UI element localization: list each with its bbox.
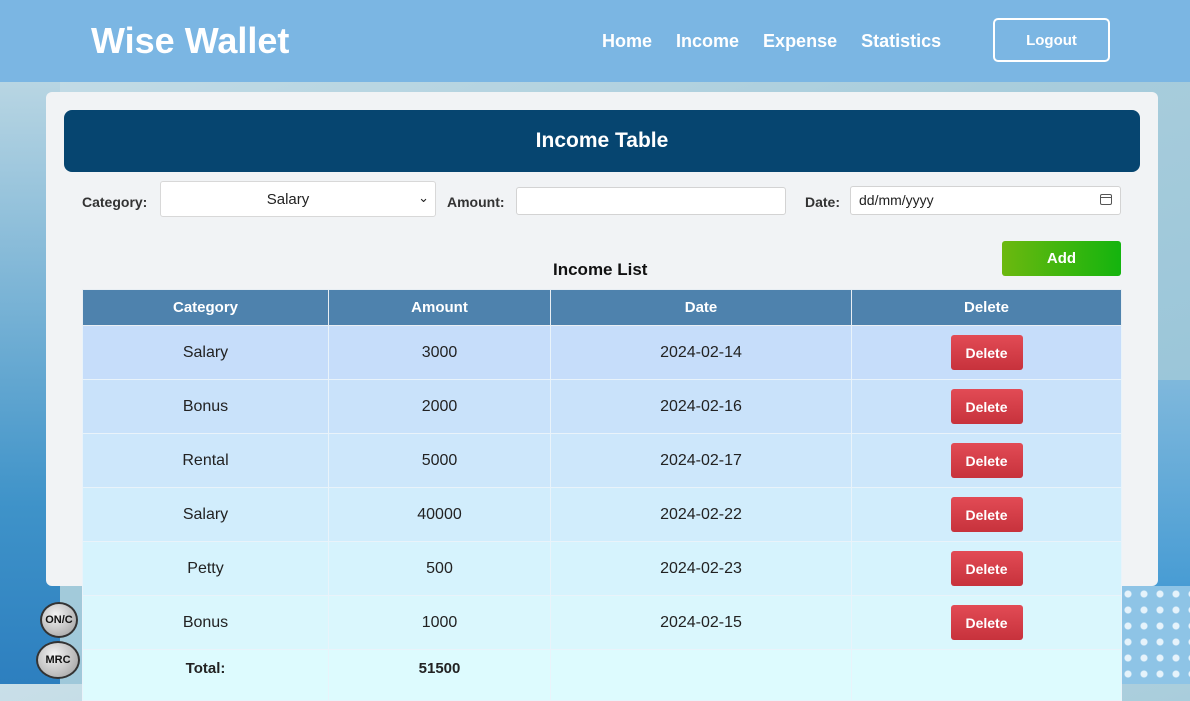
delete-button[interactable]: Delete xyxy=(950,497,1023,532)
column-header-date: Date xyxy=(550,289,852,326)
calc-key-onc: ON/C xyxy=(40,602,78,638)
cell-delete: Delete xyxy=(851,325,1122,380)
total-empty-cell xyxy=(851,649,1122,701)
nav-expense[interactable]: Expense xyxy=(763,31,837,52)
calendar-icon[interactable] xyxy=(1100,194,1112,205)
delete-button[interactable]: Delete xyxy=(950,389,1023,424)
delete-button[interactable]: Delete xyxy=(950,443,1023,478)
cell-amount: 3000 xyxy=(328,325,551,380)
main-nav: Home Income Expense Statistics xyxy=(602,31,941,52)
column-header-amount: Amount xyxy=(328,289,551,326)
cell-date: 2024-02-23 xyxy=(550,541,852,596)
cell-delete: Delete xyxy=(851,487,1122,542)
cell-delete: Delete xyxy=(851,541,1122,596)
category-select-value: Salary xyxy=(266,191,310,208)
total-value: 51500 xyxy=(328,649,551,701)
table-total-row: Total: 51500 xyxy=(82,649,1122,701)
cell-date: 2024-02-17 xyxy=(550,433,852,488)
cell-date: 2024-02-16 xyxy=(550,379,852,434)
calc-key-mrc: MRC xyxy=(36,641,80,679)
cell-amount: 2000 xyxy=(328,379,551,434)
top-navbar: Wise Wallet Home Income Expense Statisti… xyxy=(0,0,1190,82)
date-input-placeholder: dd/mm/yyyy xyxy=(859,192,934,208)
chevron-down-icon: ⌄ xyxy=(418,190,429,205)
cell-category: Petty xyxy=(82,541,329,596)
cell-amount: 1000 xyxy=(328,595,551,650)
table-row: Rental 5000 2024-02-17 Delete xyxy=(82,433,1122,488)
cell-amount: 500 xyxy=(328,541,551,596)
logout-button[interactable]: Logout xyxy=(993,18,1110,62)
category-select[interactable]: Salary ⌄ xyxy=(160,181,436,217)
amount-input[interactable] xyxy=(516,187,786,215)
delete-button[interactable]: Delete xyxy=(950,551,1023,586)
income-list-title: Income List xyxy=(553,260,648,279)
nav-home[interactable]: Home xyxy=(602,31,652,52)
cell-date: 2024-02-15 xyxy=(550,595,852,650)
total-label: Total: xyxy=(82,649,329,701)
date-label: Date: xyxy=(805,194,841,210)
table-row: Salary 3000 2024-02-14 Delete xyxy=(82,325,1122,380)
date-input[interactable]: dd/mm/yyyy xyxy=(850,186,1121,215)
cell-date: 2024-02-14 xyxy=(550,325,852,380)
cell-delete: Delete xyxy=(851,433,1122,488)
table-row: Bonus 1000 2024-02-15 Delete xyxy=(82,595,1122,650)
nav-statistics[interactable]: Statistics xyxy=(861,31,941,52)
cell-delete: Delete xyxy=(851,595,1122,650)
cell-delete: Delete xyxy=(851,379,1122,434)
table-row: Bonus 2000 2024-02-16 Delete xyxy=(82,379,1122,434)
cell-category: Rental xyxy=(82,433,329,488)
total-empty-cell xyxy=(550,649,852,701)
cell-category: Bonus xyxy=(82,595,329,650)
delete-button[interactable]: Delete xyxy=(950,605,1023,640)
table-row: Salary 40000 2024-02-22 Delete xyxy=(82,487,1122,542)
delete-button[interactable]: Delete xyxy=(950,335,1023,370)
column-header-delete: Delete xyxy=(851,289,1122,326)
add-button[interactable]: Add xyxy=(1002,241,1121,276)
column-header-category: Category xyxy=(82,289,329,326)
nav-income[interactable]: Income xyxy=(676,31,739,52)
cell-category: Salary xyxy=(82,487,329,542)
cell-date: 2024-02-22 xyxy=(550,487,852,542)
table-header-row: Category Amount Date Delete xyxy=(82,289,1122,326)
cell-amount: 40000 xyxy=(328,487,551,542)
income-table: Category Amount Date Delete Salary 3000 … xyxy=(82,289,1122,701)
background-dots xyxy=(1120,586,1190,684)
amount-label: Amount: xyxy=(447,194,505,210)
cell-category: Salary xyxy=(82,325,329,380)
cell-amount: 5000 xyxy=(328,433,551,488)
category-label: Category: xyxy=(82,194,148,210)
brand-logo[interactable]: Wise Wallet xyxy=(91,20,289,62)
page-title: Income Table xyxy=(64,110,1140,172)
table-row: Petty 500 2024-02-23 Delete xyxy=(82,541,1122,596)
cell-category: Bonus xyxy=(82,379,329,434)
